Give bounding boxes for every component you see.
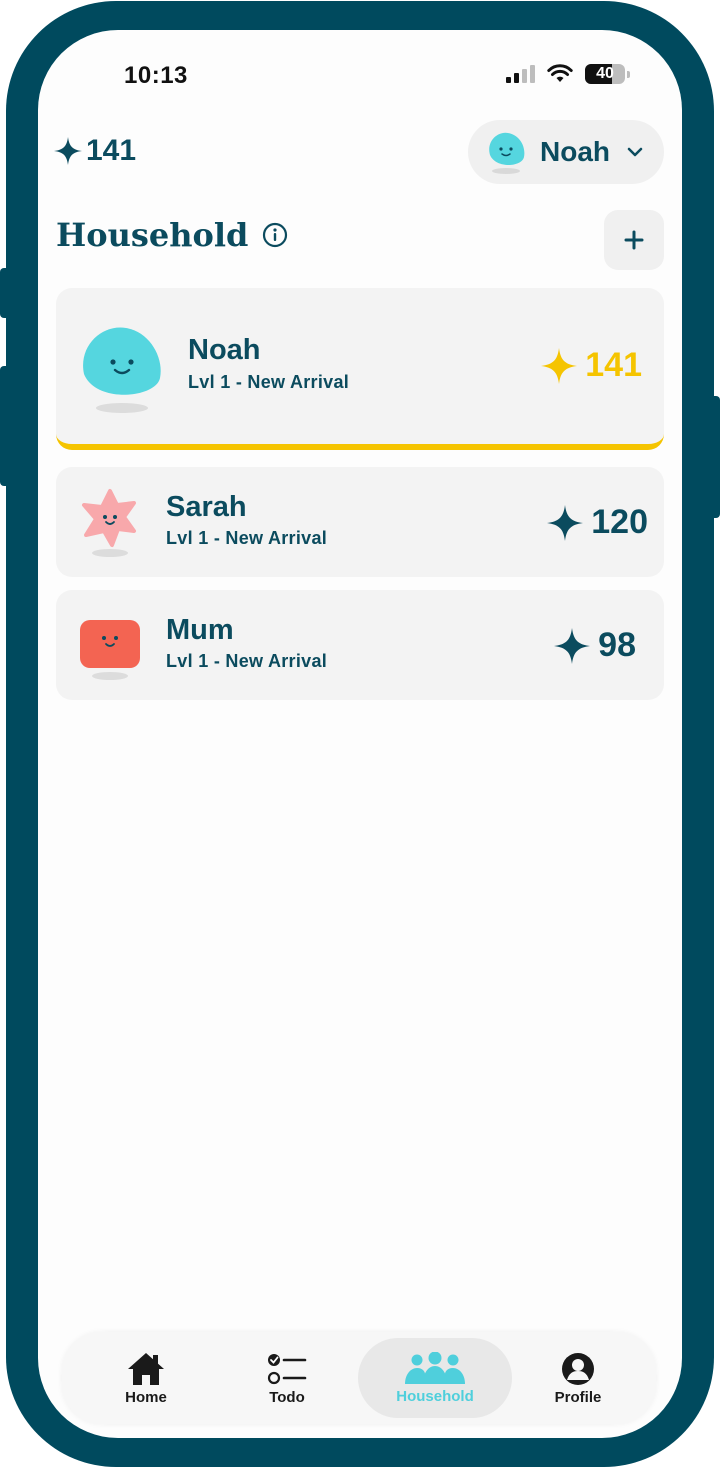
info-icon[interactable] xyxy=(262,222,288,248)
nav-label: Household xyxy=(396,1387,474,1405)
nav-home[interactable]: Home xyxy=(82,1332,210,1424)
todo-icon xyxy=(267,1353,307,1384)
member-points-value: 141 xyxy=(585,346,642,384)
member-name: Mum xyxy=(166,614,234,646)
member-card-mum[interactable]: Mum Lvl 1 - New Arrival 98 xyxy=(56,590,664,700)
member-name: Noah xyxy=(188,334,261,366)
battery-level: 40 xyxy=(596,65,614,82)
page-title: Household xyxy=(56,216,249,254)
status-indicators: 40 xyxy=(506,64,630,84)
status-time: 10:13 xyxy=(124,62,188,89)
chevron-down-icon xyxy=(627,147,643,157)
home-icon xyxy=(128,1352,164,1385)
battery-icon: 40 xyxy=(585,64,625,84)
sparkle-icon xyxy=(541,347,578,384)
cellular-signal-icon xyxy=(506,65,535,83)
member-level: Lvl 1 - New Arrival xyxy=(188,372,350,392)
nav-todo[interactable]: Todo xyxy=(232,1332,342,1424)
nav-label: Home xyxy=(125,1388,167,1406)
app-screen: 10:13 40 141 Noah Household Noah Lvl 1 -… xyxy=(38,30,682,1438)
member-points-value: 120 xyxy=(591,503,648,541)
sparkle-icon xyxy=(547,504,584,541)
wifi-icon xyxy=(547,64,573,82)
member-points: 120 xyxy=(547,503,648,542)
nav-household[interactable]: Household xyxy=(358,1338,512,1418)
sparkle-icon xyxy=(554,627,591,664)
bottom-nav: Home Todo Household Profile xyxy=(62,1332,656,1424)
member-card-noah[interactable]: Noah Lvl 1 - New Arrival 141 xyxy=(56,288,664,450)
household-icon xyxy=(405,1351,465,1384)
member-points-value: 98 xyxy=(598,626,636,664)
member-points: 98 xyxy=(554,626,636,665)
avatar xyxy=(83,327,161,413)
nav-label: Todo xyxy=(269,1388,305,1406)
member-level: Lvl 1 - New Arrival xyxy=(166,528,328,548)
add-member-button[interactable] xyxy=(604,210,664,270)
sparkle-icon xyxy=(54,137,82,165)
profile-icon xyxy=(562,1352,594,1385)
total-points-value: 141 xyxy=(86,134,137,167)
nav-label: Profile xyxy=(554,1388,602,1406)
member-name: Sarah xyxy=(166,491,247,523)
current-user-name: Noah xyxy=(540,136,610,167)
battery-tip xyxy=(627,70,630,78)
user-switcher[interactable]: Noah xyxy=(468,120,664,184)
member-card-sarah[interactable]: Sarah Lvl 1 - New Arrival 120 xyxy=(56,467,664,577)
device-frame: 10:13 40 141 Noah Household Noah Lvl 1 -… xyxy=(6,1,714,1467)
nav-profile[interactable]: Profile xyxy=(518,1332,638,1424)
avatar xyxy=(82,489,136,557)
total-points: 141 xyxy=(54,134,136,168)
section-header: Household xyxy=(56,216,288,254)
plus-icon xyxy=(624,230,644,250)
avatar xyxy=(489,132,525,174)
member-level: Lvl 1 - New Arrival xyxy=(166,651,328,671)
avatar xyxy=(80,620,140,680)
member-points: 141 xyxy=(541,346,642,385)
